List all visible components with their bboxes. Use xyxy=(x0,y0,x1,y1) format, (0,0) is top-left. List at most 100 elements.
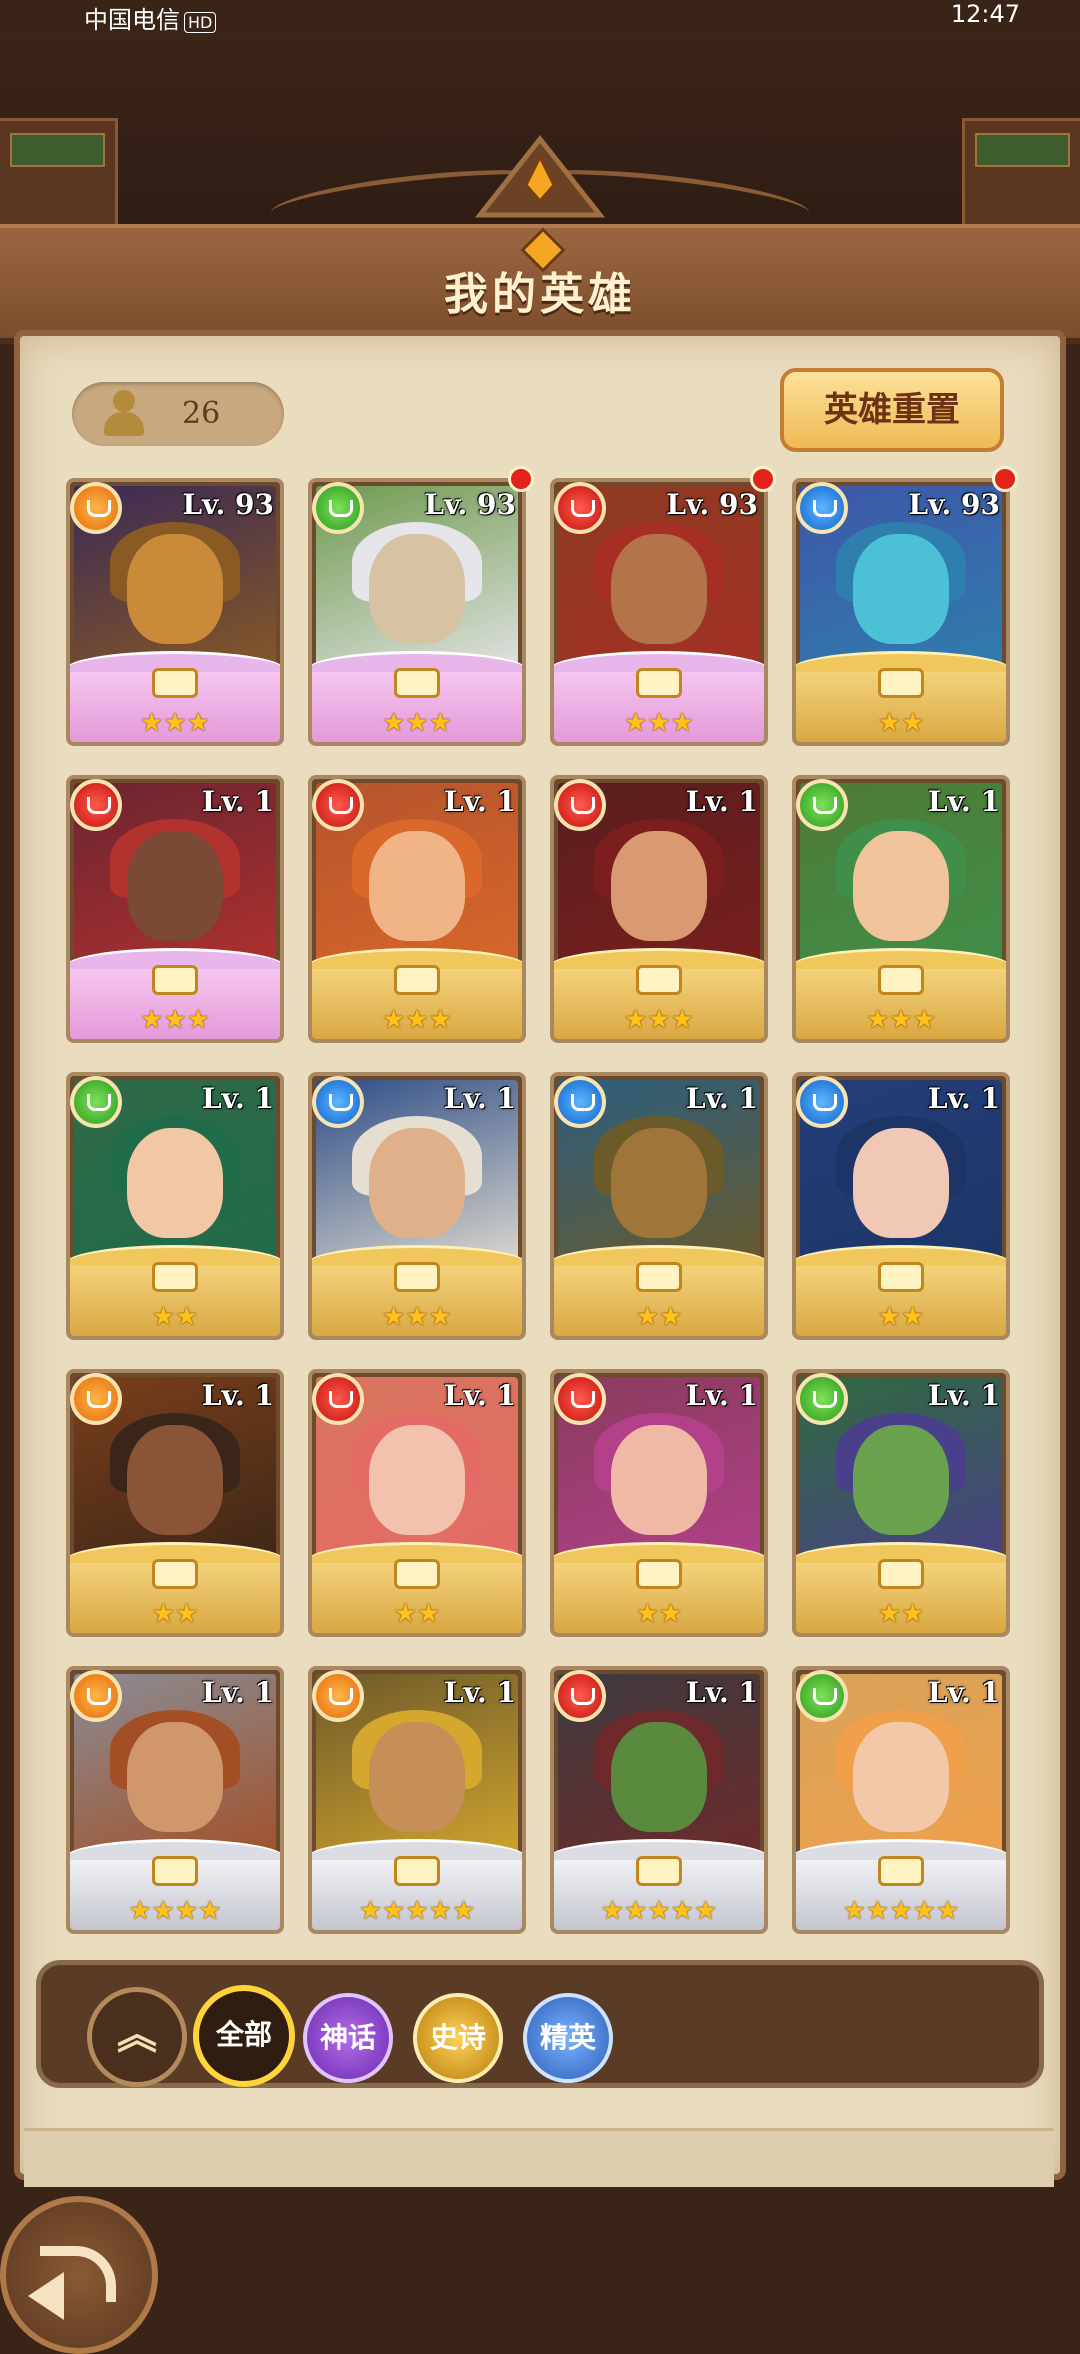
hero-card[interactable]: ★★★ Lv. 1 xyxy=(308,1072,526,1340)
right-pillar xyxy=(962,118,1080,234)
element-red-icon xyxy=(70,779,122,831)
hero-card[interactable]: ★★ Lv. 1 xyxy=(550,1072,768,1340)
element-orange-icon xyxy=(312,1670,364,1722)
filter-elite-button[interactable]: 精英 xyxy=(523,1993,613,2083)
status-bar: 中国电信 HD 12:47 xyxy=(0,0,1080,34)
back-button[interactable] xyxy=(0,2196,158,2354)
element-orange-icon xyxy=(70,482,122,534)
hero-level: Lv. 1 xyxy=(685,785,758,818)
notification-dot-icon xyxy=(508,466,534,492)
star-rating: ★★ xyxy=(151,1599,199,1629)
hero-count: 26 xyxy=(182,396,221,431)
element-green-icon xyxy=(796,1373,848,1425)
star-rating: ★★★ xyxy=(624,1005,694,1035)
rank-emblem-icon xyxy=(394,965,440,995)
hero-level: Lv. 1 xyxy=(443,1676,516,1709)
hero-level: Lv. 1 xyxy=(201,1676,274,1709)
rank-emblem-icon xyxy=(878,1856,924,1886)
element-blue-icon xyxy=(796,1076,848,1128)
element-green-icon xyxy=(70,1076,122,1128)
rank-emblem-icon xyxy=(636,1856,682,1886)
element-red-icon xyxy=(554,482,606,534)
hero-level: Lv. 1 xyxy=(443,1082,516,1115)
hero-card[interactable]: ★★★ Lv. 93 xyxy=(308,478,526,746)
hero-reset-button[interactable]: 英雄重置 xyxy=(780,368,1004,452)
rank-emblem-icon xyxy=(878,1559,924,1589)
star-rating: ★★ xyxy=(877,1302,925,1332)
hero-level: Lv. 93 xyxy=(666,488,758,521)
rank-emblem-icon xyxy=(152,668,198,698)
rank-emblem-icon xyxy=(878,1262,924,1292)
star-rating: ★★ xyxy=(393,1599,441,1629)
star-rating: ★★★ xyxy=(382,1302,452,1332)
hero-level: Lv. 93 xyxy=(182,488,274,521)
hero-level: Lv. 1 xyxy=(685,1379,758,1412)
filter-bar: ︽ 全部 神话 史诗 精英 xyxy=(36,1960,1044,2088)
rank-emblem-icon xyxy=(394,1559,440,1589)
hero-card[interactable]: ★★ Lv. 1 xyxy=(792,1369,1010,1637)
hero-card[interactable]: ★★ Lv. 1 xyxy=(792,1072,1010,1340)
clock: 12:47 xyxy=(950,0,1020,28)
notification-dot-icon xyxy=(992,466,1018,492)
hero-card[interactable]: ★★★ Lv. 1 xyxy=(550,775,768,1043)
star-rating: ★★ xyxy=(877,1599,925,1629)
star-rating: ★★ xyxy=(151,1302,199,1332)
hero-grid: ★★★ Lv. 93 ★★★ Lv. 93 ★★★ Lv. 93 ★★ Lv. 93 ★★★ Lv… xyxy=(66,466,1018,1938)
hero-card[interactable]: ★★★★ Lv. 1 xyxy=(66,1666,284,1934)
hero-card[interactable]: ★★★★★ Lv. 1 xyxy=(550,1666,768,1934)
element-orange-icon xyxy=(70,1373,122,1425)
element-green-icon xyxy=(796,779,848,831)
carrier-label: 中国电信 HD xyxy=(84,0,217,35)
filter-myth-button[interactable]: 神话 xyxy=(303,1993,393,2083)
hero-level: Lv. 93 xyxy=(908,488,1000,521)
notification-dot-icon xyxy=(750,466,776,492)
hero-level: Lv. 1 xyxy=(201,785,274,818)
hero-card[interactable]: ★★★ Lv. 93 xyxy=(550,478,768,746)
hero-card[interactable]: ★★★ Lv. 1 xyxy=(792,775,1010,1043)
hero-level: Lv. 1 xyxy=(201,1082,274,1115)
person-icon xyxy=(102,390,146,436)
element-red-icon xyxy=(554,779,606,831)
hero-card[interactable]: ★★★ Lv. 1 xyxy=(66,775,284,1043)
hero-card[interactable]: ★★★★★ Lv. 1 xyxy=(792,1666,1010,1934)
hero-card[interactable]: ★★ Lv. 1 xyxy=(550,1369,768,1637)
rank-emblem-icon xyxy=(636,1262,682,1292)
hero-card[interactable]: ★★★ Lv. 93 xyxy=(66,478,284,746)
hero-level: Lv. 1 xyxy=(927,785,1000,818)
hero-card[interactable]: ★★★ Lv. 1 xyxy=(308,775,526,1043)
star-rating: ★★ xyxy=(877,708,925,738)
rank-emblem-icon xyxy=(878,668,924,698)
rank-emblem-icon xyxy=(394,1856,440,1886)
hero-level: Lv. 1 xyxy=(685,1082,758,1115)
rank-emblem-icon xyxy=(152,965,198,995)
star-rating: ★★ xyxy=(635,1302,683,1332)
rank-emblem-icon xyxy=(636,965,682,995)
title-bar: 我的英雄 xyxy=(0,224,1080,344)
hero-level: Lv. 1 xyxy=(927,1676,1000,1709)
hero-level: Lv. 1 xyxy=(443,785,516,818)
hero-card[interactable]: ★★ Lv. 93 xyxy=(792,478,1010,746)
element-red-icon xyxy=(554,1670,606,1722)
hero-card[interactable]: ★★ Lv. 1 xyxy=(66,1369,284,1637)
rank-emblem-icon xyxy=(152,1559,198,1589)
star-rating: ★★★ xyxy=(866,1005,936,1035)
star-rating: ★★★ xyxy=(382,708,452,738)
panel-scroll-edge xyxy=(24,2128,1054,2187)
rank-emblem-icon xyxy=(394,1262,440,1292)
hero-level: Lv. 93 xyxy=(424,488,516,521)
filter-all-button[interactable]: 全部 xyxy=(193,1985,295,2087)
hero-level: Lv. 1 xyxy=(443,1379,516,1412)
hero-card[interactable]: ★★★★★ Lv. 1 xyxy=(308,1666,526,1934)
element-blue-icon xyxy=(796,482,848,534)
hero-card[interactable]: ★★ Lv. 1 xyxy=(66,1072,284,1340)
star-rating: ★★★★★ xyxy=(358,1896,476,1926)
filter-epic-button[interactable]: 史诗 xyxy=(413,1993,503,2083)
collapse-button[interactable]: ︽ xyxy=(87,1987,187,2087)
hero-card[interactable]: ★★ Lv. 1 xyxy=(308,1369,526,1637)
rank-emblem-icon xyxy=(636,668,682,698)
star-rating: ★★ xyxy=(635,1599,683,1629)
star-rating: ★★★ xyxy=(140,1005,210,1035)
hd-badge: HD xyxy=(184,12,217,33)
hero-level: Lv. 1 xyxy=(685,1676,758,1709)
element-green-icon xyxy=(312,482,364,534)
